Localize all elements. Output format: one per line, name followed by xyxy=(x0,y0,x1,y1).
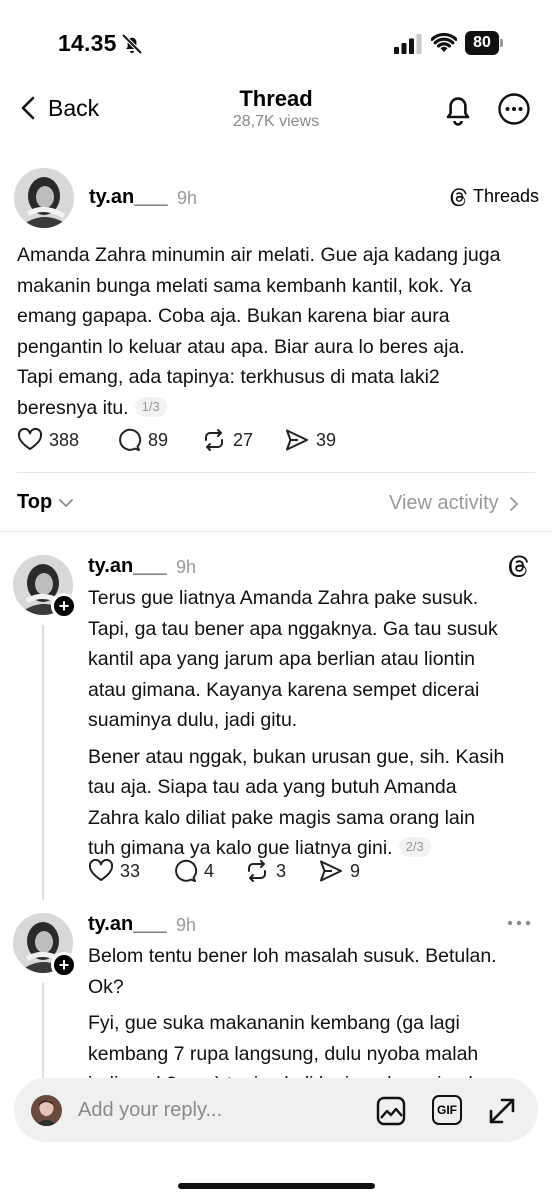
sort-dropdown[interactable]: Top xyxy=(17,491,74,514)
repost-count: 3 xyxy=(276,860,287,881)
divider xyxy=(17,472,535,473)
threads-logo-icon xyxy=(450,187,467,206)
like-count: 388 xyxy=(49,429,80,450)
status-time: 14.35 xyxy=(58,30,117,56)
battery-indicator: 80 xyxy=(465,31,505,55)
repost-button[interactable]: 3 xyxy=(244,858,318,884)
view-activity-label: View activity xyxy=(389,492,499,514)
status-bar: 14.35 80 xyxy=(0,0,552,80)
repost-icon xyxy=(248,860,266,882)
follow-button[interactable]: + xyxy=(51,952,77,978)
share-count: 9 xyxy=(350,860,361,881)
expand-icon[interactable] xyxy=(486,1095,518,1127)
post-body: Amanda Zahra minumin air melati. Gue aja… xyxy=(17,244,501,419)
comment-icon xyxy=(175,859,198,882)
image-icon[interactable] xyxy=(375,1095,407,1127)
my-avatar xyxy=(31,1095,62,1126)
bell-slash-icon xyxy=(121,33,143,55)
share-count: 39 xyxy=(316,429,337,450)
threads-badge[interactable]: Threads xyxy=(449,186,539,207)
wifi-icon xyxy=(431,32,457,52)
reply-bar: Add your reply... GIF xyxy=(14,1078,538,1142)
username[interactable]: ty.an___ xyxy=(88,913,167,936)
share-button[interactable]: 9 xyxy=(318,858,360,884)
page-indicator: 2/3 xyxy=(398,837,431,857)
avatar[interactable] xyxy=(14,168,74,228)
bell-icon[interactable] xyxy=(441,91,475,127)
thread-line xyxy=(42,983,44,1078)
follow-button[interactable]: + xyxy=(51,593,77,619)
divider xyxy=(0,531,552,532)
reply-body: Terus gue liatnya Amanda Zahra pake susu… xyxy=(88,587,505,859)
share-button[interactable]: 39 xyxy=(284,427,336,453)
comment-count: 4 xyxy=(204,860,215,881)
like-count: 33 xyxy=(120,860,141,881)
page-indicator: 1/3 xyxy=(134,396,167,417)
send-icon xyxy=(320,860,342,882)
more-horizontal-icon[interactable] xyxy=(506,912,532,934)
reply-actions: 33 4 3 9 xyxy=(88,858,360,884)
view-activity-link[interactable]: View activity xyxy=(389,492,519,515)
comment-icon xyxy=(119,428,142,451)
sort-label: Top xyxy=(17,491,53,513)
more-circle-icon[interactable] xyxy=(497,92,531,126)
username[interactable]: ty.an___ xyxy=(89,186,168,209)
repost-button[interactable]: 27 xyxy=(201,427,284,453)
reply-input[interactable]: Add your reply... xyxy=(78,1078,222,1142)
comment-button[interactable]: 4 xyxy=(172,858,244,884)
thread-line xyxy=(42,625,44,900)
heart-icon xyxy=(88,858,114,881)
like-button[interactable]: 388 xyxy=(17,427,116,453)
signal-icon xyxy=(394,34,422,54)
chevron-right-icon xyxy=(509,496,518,511)
threads-badge-label: Threads xyxy=(473,186,540,206)
comment-button[interactable]: 89 xyxy=(116,427,201,453)
profile-photo xyxy=(14,168,74,228)
home-indicator[interactable] xyxy=(178,1183,375,1189)
like-button[interactable]: 33 xyxy=(88,858,172,884)
post-actions: 388 89 27 39 xyxy=(17,427,336,453)
repost-icon xyxy=(205,429,223,451)
repost-count: 27 xyxy=(233,429,254,450)
chevron-down-icon xyxy=(59,498,74,507)
gif-button[interactable]: GIF xyxy=(432,1095,462,1125)
username[interactable]: ty.an___ xyxy=(88,555,167,578)
reply-body: Belom tentu bener loh masalah susuk. Bet… xyxy=(88,945,497,1095)
send-icon xyxy=(286,429,308,451)
heart-icon xyxy=(17,427,43,450)
post-time: 9h xyxy=(176,557,197,577)
threads-logo-icon[interactable] xyxy=(507,554,531,578)
comment-count: 89 xyxy=(148,429,169,450)
post-time: 9h xyxy=(177,188,198,208)
battery-level: 80 xyxy=(465,31,499,55)
post-time: 9h xyxy=(176,915,197,935)
